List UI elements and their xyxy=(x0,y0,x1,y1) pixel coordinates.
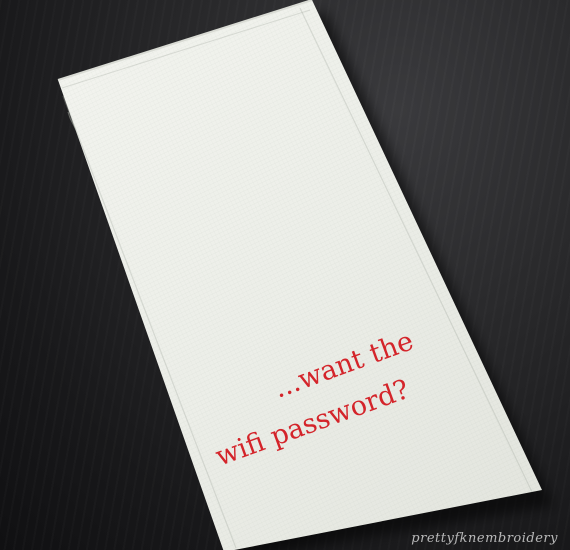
watermark: prettyfknembroidery xyxy=(411,531,558,546)
tea-towel-photo: ...want the wifi password? xyxy=(57,0,554,550)
photo-scene: ...want the wifi password? prettyfknembr… xyxy=(0,0,570,550)
